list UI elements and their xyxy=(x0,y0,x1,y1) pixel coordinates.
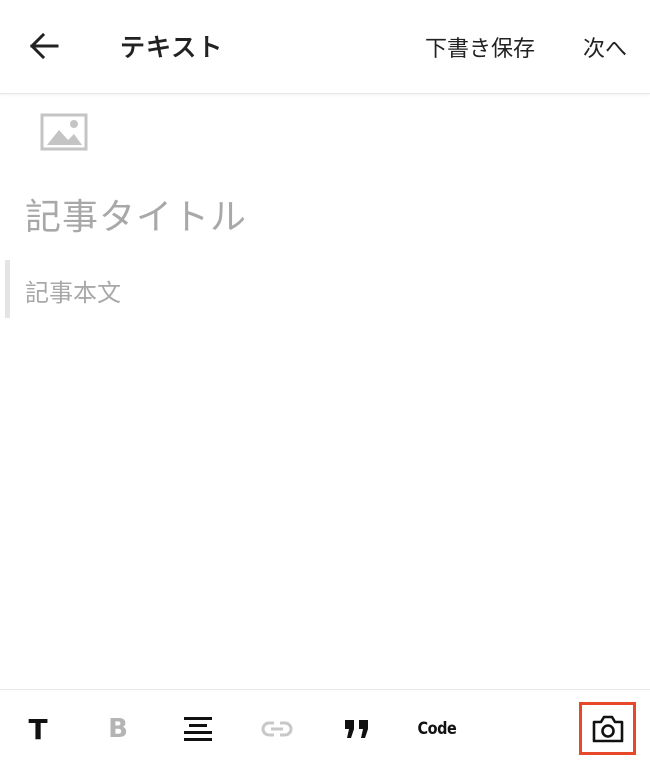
link-icon xyxy=(261,721,293,737)
bold-icon: B xyxy=(108,714,128,744)
quote-button[interactable] xyxy=(335,707,379,751)
text-style-button[interactable]: T xyxy=(18,707,58,751)
header-bar: テキスト 下書き保存 次へ xyxy=(0,0,650,94)
quote-icon xyxy=(345,720,368,738)
text-style-icon: T xyxy=(28,712,48,746)
image-placeholder-icon xyxy=(40,113,88,151)
add-image-button[interactable] xyxy=(40,112,88,152)
save-draft-button[interactable]: 下書き保存 xyxy=(425,31,535,63)
next-button[interactable]: 次へ xyxy=(583,31,627,63)
camera-button[interactable] xyxy=(579,702,636,755)
formatting-toolbar: T B Code xyxy=(0,689,650,766)
article-title-input[interactable]: 記事タイトル xyxy=(25,188,247,240)
code-button[interactable]: Code xyxy=(409,707,465,751)
align-center-icon xyxy=(184,717,212,741)
bold-button[interactable]: B xyxy=(98,707,138,751)
article-body-input[interactable]: 記事本文 xyxy=(25,273,121,308)
link-button[interactable] xyxy=(255,707,299,751)
arrow-left-icon xyxy=(29,33,59,59)
page-title: テキスト xyxy=(120,33,224,62)
code-icon: Code xyxy=(417,719,457,739)
back-button[interactable] xyxy=(22,26,66,66)
body-cursor-bar xyxy=(5,260,10,318)
camera-icon xyxy=(592,715,623,742)
align-center-button[interactable] xyxy=(176,707,220,751)
editor-screen: テキスト 下書き保存 次へ 記事タイトル 記事本文 T B Code xyxy=(0,0,650,766)
